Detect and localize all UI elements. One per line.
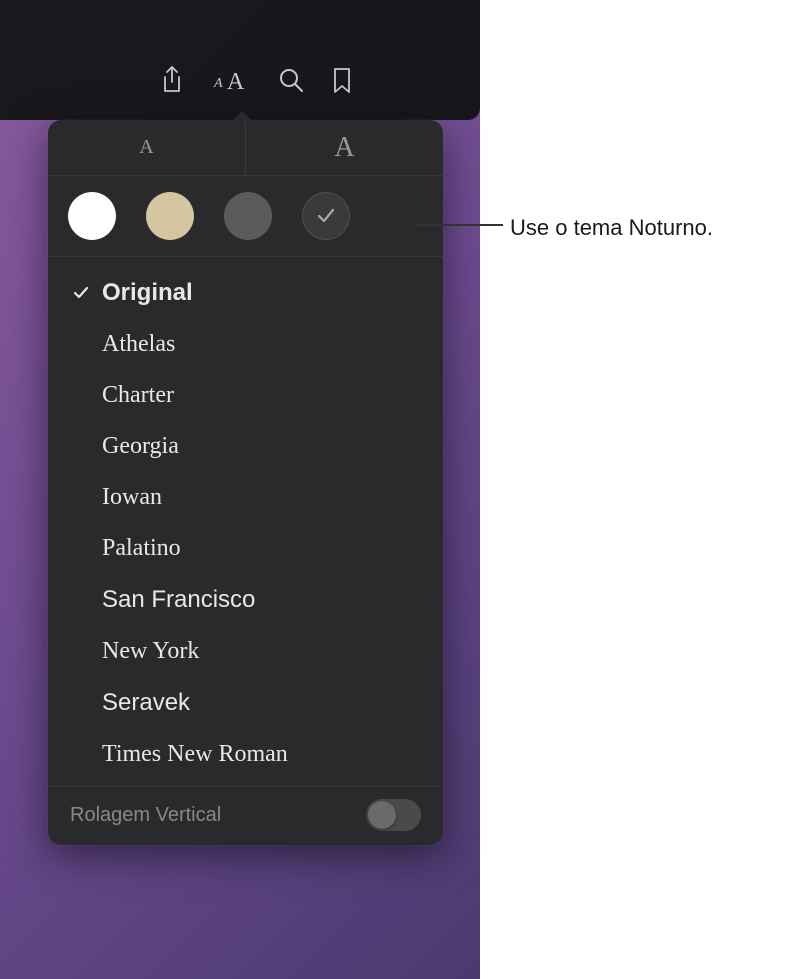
appearance-icon[interactable]: A A <box>212 67 250 93</box>
font-item-original[interactable]: Original <box>48 267 443 319</box>
theme-sepia-button[interactable] <box>146 192 194 240</box>
font-list: Original Athelas Charter Georgia Iowan Palati… <box>48 257 443 786</box>
theme-row <box>48 176 443 257</box>
share-icon[interactable] <box>160 65 184 95</box>
font-name-label: Charter <box>102 382 419 409</box>
text-size-smaller-button[interactable]: A <box>48 120 246 175</box>
bookmark-icon[interactable] <box>332 66 352 94</box>
vertical-scroll-toggle[interactable] <box>366 799 421 831</box>
vertical-scroll-label: Rolagem Vertical <box>70 804 221 827</box>
appearance-popover: A A Original Athelas Charter Georgia Iowan Pa… <box>48 120 443 845</box>
font-name-label: New York <box>102 638 419 665</box>
toolbar: A A <box>160 65 352 95</box>
font-item-georgia[interactable]: Georgia <box>48 421 443 472</box>
font-name-label: San Francisco <box>102 586 419 614</box>
font-item-iowan[interactable]: Iowan <box>48 472 443 523</box>
callout-leader-line <box>415 224 503 226</box>
font-name-label: Iowan <box>102 484 419 511</box>
font-item-athelas[interactable]: Athelas <box>48 319 443 370</box>
font-name-label: Athelas <box>102 331 419 358</box>
text-size-larger-button[interactable]: A <box>246 120 443 175</box>
checkmark-icon <box>315 205 337 227</box>
font-item-seravek[interactable]: Seravek <box>48 677 443 729</box>
text-size-large-label: A <box>334 132 354 164</box>
font-name-label: Palatino <box>102 535 419 562</box>
text-size-small-label: A <box>139 136 153 159</box>
font-item-san-francisco[interactable]: San Francisco <box>48 574 443 626</box>
font-name-label: Georgia <box>102 433 419 460</box>
svg-text:A: A <box>227 69 245 93</box>
font-item-new-york[interactable]: New York <box>48 626 443 677</box>
callout-text: Use o tema Noturno. <box>510 215 713 241</box>
font-item-palatino[interactable]: Palatino <box>48 523 443 574</box>
font-name-label: Seravek <box>102 689 419 717</box>
checkmark-icon <box>72 284 102 302</box>
search-icon[interactable] <box>278 67 304 93</box>
theme-night-button[interactable] <box>302 192 350 240</box>
vertical-scroll-row: Rolagem Vertical <box>48 786 443 845</box>
font-name-label: Original <box>102 279 419 307</box>
toggle-knob <box>368 801 396 829</box>
svg-text:A: A <box>213 76 223 91</box>
font-item-times-new-roman[interactable]: Times New Roman <box>48 729 443 780</box>
font-item-charter[interactable]: Charter <box>48 370 443 421</box>
theme-gray-button[interactable] <box>224 192 272 240</box>
popover-arrow <box>232 111 252 121</box>
theme-white-button[interactable] <box>68 192 116 240</box>
toolbar-background <box>0 0 480 120</box>
font-name-label: Times New Roman <box>102 741 419 768</box>
text-size-row: A A <box>48 120 443 176</box>
